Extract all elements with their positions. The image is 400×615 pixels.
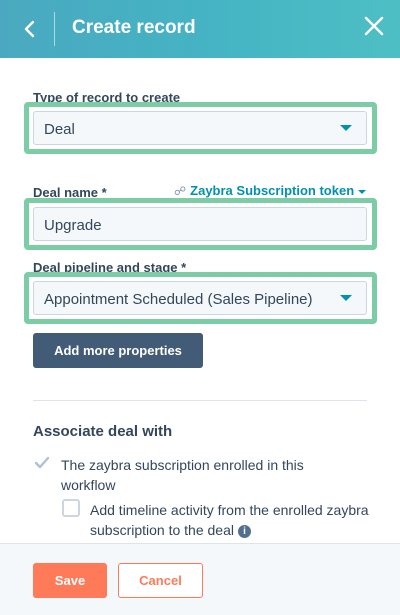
close-icon: [364, 16, 384, 36]
timeline-activity-checkbox[interactable]: [62, 499, 80, 517]
personalization-token-icon: ☍: [174, 184, 187, 198]
chevron-left-icon: [24, 20, 35, 38]
pipeline-select[interactable]: Appointment Scheduled (Sales Pipeline): [33, 281, 367, 315]
close-button[interactable]: [363, 15, 385, 37]
deal-name-input[interactable]: Upgrade: [33, 207, 367, 241]
pipeline-value: Appointment Scheduled (Sales Pipeline): [44, 291, 313, 308]
add-more-properties-button[interactable]: Add more properties: [33, 333, 203, 368]
section-divider: [33, 400, 367, 401]
associate-section-title: Associate deal with: [33, 423, 173, 440]
save-button[interactable]: Save: [33, 563, 107, 598]
caret-down-icon: [358, 189, 367, 194]
cancel-button[interactable]: Cancel: [118, 563, 203, 598]
header-divider: [54, 12, 55, 46]
personalization-token-link[interactable]: ☍ Zaybra Subscription token: [174, 183, 367, 198]
record-type-select[interactable]: Deal: [33, 111, 367, 145]
timeline-activity-option: Add timeline activity from the enrolled …: [90, 500, 370, 540]
record-type-value: Deal: [44, 121, 75, 138]
associate-enrolled-label: The zaybra subscription enrolled in this…: [61, 457, 304, 493]
caret-down-icon: [340, 295, 352, 301]
deal-name-value: Upgrade: [44, 217, 102, 234]
caret-down-icon: [340, 125, 352, 131]
timeline-activity-label: Add timeline activity from the enrolled …: [90, 502, 369, 538]
panel-title: Create record: [72, 17, 196, 38]
info-icon[interactable]: i: [237, 524, 251, 538]
back-button[interactable]: [18, 16, 42, 42]
panel-header: Create record: [0, 0, 400, 58]
token-link-label: Zaybra Subscription token: [190, 183, 355, 198]
checkbox-checked-disabled[interactable]: [33, 454, 51, 472]
